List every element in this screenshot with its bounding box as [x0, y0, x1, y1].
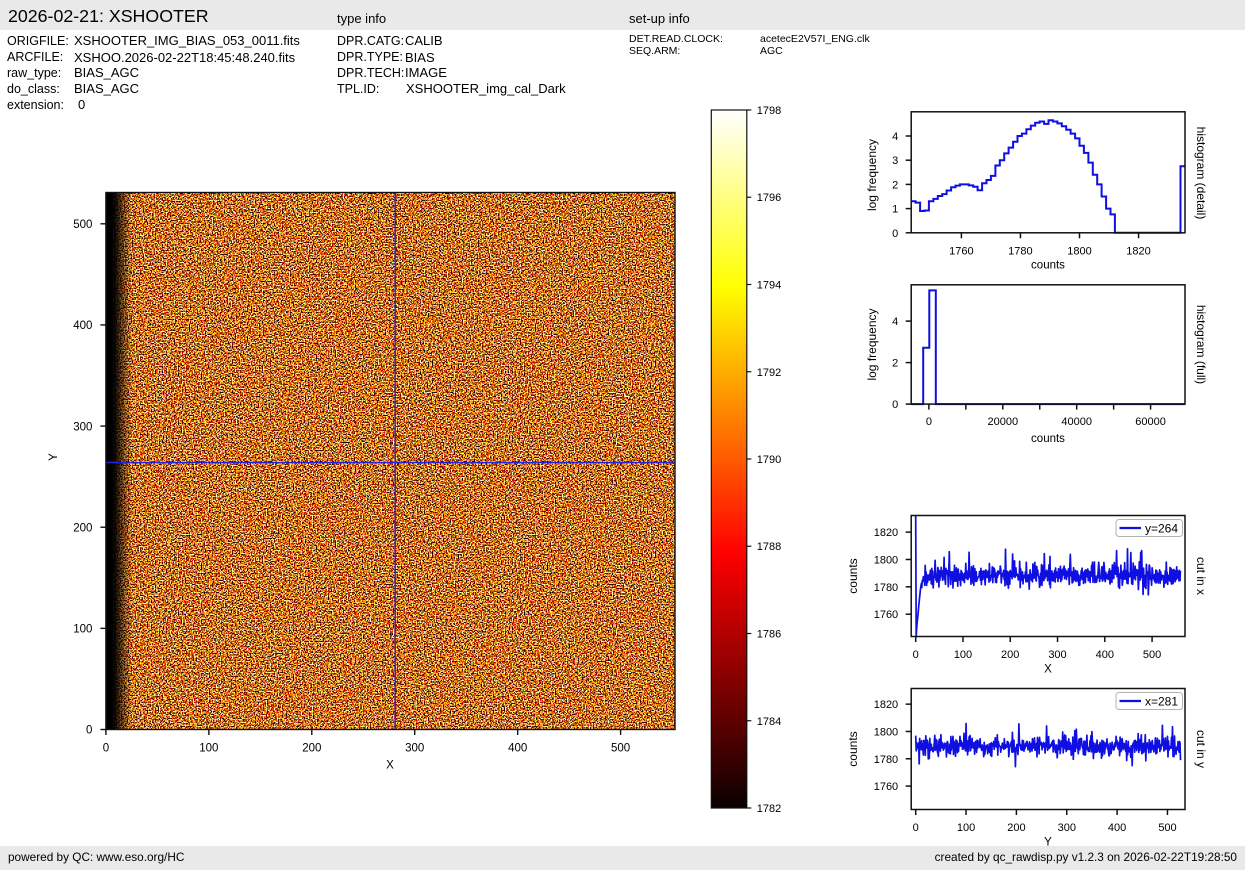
svg-text:1796: 1796 [757, 192, 781, 204]
svg-text:200: 200 [1001, 649, 1019, 661]
svg-text:1780: 1780 [874, 754, 898, 766]
svg-text:100: 100 [957, 822, 975, 834]
svg-text:log frequency: log frequency [865, 139, 879, 211]
svg-text:X: X [1044, 664, 1052, 676]
svg-text:1784: 1784 [757, 716, 781, 728]
svg-text:0: 0 [892, 228, 898, 240]
svg-text:1800: 1800 [874, 727, 898, 739]
svg-text:400: 400 [508, 743, 527, 755]
svg-text:3: 3 [892, 155, 898, 167]
svg-text:counts: counts [1031, 433, 1065, 445]
svg-text:100: 100 [199, 743, 218, 755]
svg-text:0: 0 [913, 649, 919, 661]
svg-text:1798: 1798 [757, 105, 781, 117]
svg-text:100: 100 [954, 649, 972, 661]
svg-text:1820: 1820 [874, 699, 898, 711]
svg-text:2: 2 [892, 179, 898, 191]
svg-text:0: 0 [913, 822, 919, 834]
svg-text:y=264: y=264 [1145, 522, 1178, 536]
svg-text:cut in y: cut in y [1194, 730, 1208, 768]
svg-text:0: 0 [86, 725, 92, 737]
svg-text:400: 400 [1108, 822, 1126, 834]
svg-text:1760: 1760 [949, 245, 973, 257]
svg-text:100: 100 [73, 624, 92, 636]
svg-text:1760: 1760 [874, 781, 898, 793]
svg-text:Y: Y [48, 453, 60, 461]
svg-text:20000: 20000 [988, 416, 1019, 428]
svg-text:1800: 1800 [874, 555, 898, 567]
svg-text:0: 0 [103, 743, 109, 755]
svg-text:1792: 1792 [757, 367, 781, 379]
svg-text:1820: 1820 [874, 527, 898, 539]
svg-text:1788: 1788 [757, 541, 781, 553]
svg-text:histogram (full): histogram (full) [1194, 305, 1208, 384]
svg-text:log frequency: log frequency [865, 308, 879, 380]
svg-text:histogram (detail): histogram (detail) [1194, 127, 1208, 220]
svg-text:counts: counts [1031, 259, 1065, 271]
svg-text:500: 500 [1143, 649, 1161, 661]
svg-text:X: X [386, 760, 394, 772]
svg-text:200: 200 [73, 522, 92, 534]
svg-text:500: 500 [1158, 822, 1176, 834]
svg-text:2: 2 [892, 358, 898, 370]
svg-text:1800: 1800 [1067, 245, 1091, 257]
svg-text:1760: 1760 [874, 609, 898, 621]
svg-text:counts: counts [846, 558, 860, 593]
svg-text:300: 300 [1048, 649, 1066, 661]
svg-text:cut in x: cut in x [1194, 557, 1208, 595]
svg-text:40000: 40000 [1061, 416, 1092, 428]
svg-text:300: 300 [73, 421, 92, 433]
svg-text:1: 1 [892, 204, 898, 216]
svg-text:400: 400 [1096, 649, 1114, 661]
svg-text:300: 300 [1058, 822, 1076, 834]
svg-text:200: 200 [1007, 822, 1025, 834]
svg-text:200: 200 [302, 743, 321, 755]
svg-text:500: 500 [611, 743, 630, 755]
svg-text:x=281: x=281 [1145, 695, 1178, 709]
svg-text:1780: 1780 [874, 582, 898, 594]
svg-text:400: 400 [73, 320, 92, 332]
svg-text:1790: 1790 [757, 454, 781, 466]
svg-text:1820: 1820 [1126, 245, 1150, 257]
svg-text:0: 0 [926, 416, 932, 428]
svg-text:300: 300 [405, 743, 424, 755]
svg-text:counts: counts [846, 731, 860, 766]
svg-text:1794: 1794 [757, 280, 781, 292]
svg-text:60000: 60000 [1135, 416, 1166, 428]
svg-text:4: 4 [892, 316, 898, 328]
svg-text:1786: 1786 [757, 629, 781, 641]
svg-text:1782: 1782 [757, 803, 781, 815]
svg-text:4: 4 [892, 131, 898, 143]
svg-text:1780: 1780 [1008, 245, 1032, 257]
svg-text:0: 0 [892, 399, 898, 411]
svg-text:500: 500 [73, 219, 92, 231]
